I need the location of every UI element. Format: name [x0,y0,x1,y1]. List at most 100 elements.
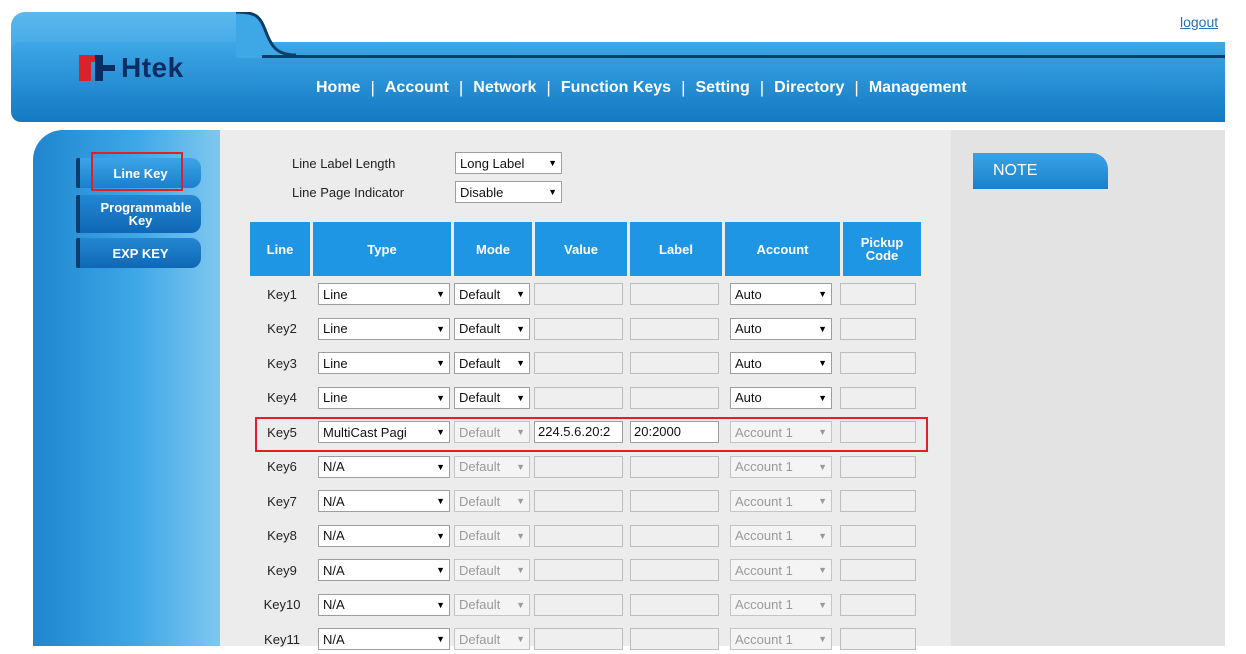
mode-select[interactable]: Default ▼ [454,593,530,616]
chevron-down-icon: ▼ [436,496,445,506]
account-select[interactable]: Account 1 ▼ [730,559,832,581]
line-label-length-select[interactable]: Long Label ▼ [455,152,562,174]
nav-home[interactable]: Home [316,79,370,97]
account-select[interactable]: Auto ▼ [730,352,832,374]
nav-network[interactable]: Network [463,79,546,97]
value-input[interactable] [534,352,623,374]
value-input[interactable] [534,628,623,650]
nav-function-keys[interactable]: Function Keys [551,79,681,97]
chevron-down-icon: ▼ [548,187,557,197]
line-page-indicator-select[interactable]: Disable ▼ [455,181,562,203]
select-value: Line [323,355,348,371]
pickup-code-input[interactable] [840,524,916,547]
column-header-line: Line [250,222,310,276]
mode-select[interactable]: Default ▼ [454,455,530,478]
label-input[interactable] [630,455,719,478]
sidebar-item-exp-key[interactable]: EXP KEY [76,238,201,268]
pickup-code-input[interactable] [840,283,916,305]
value-input[interactable] [534,593,623,616]
mode-select[interactable]: Default ▼ [454,559,530,581]
value-input[interactable] [534,283,623,305]
chevron-down-icon: ▼ [436,392,445,403]
label-input[interactable]: 20:2000 [630,421,719,443]
pickup-code-input[interactable] [840,490,916,512]
account-select[interactable]: Account 1 ▼ [730,455,832,478]
type-select[interactable]: Line ▼ [318,283,450,305]
pickup-code-input[interactable] [840,559,916,581]
mode-select[interactable]: Default ▼ [454,628,530,650]
label-input[interactable] [630,352,719,374]
chevron-down-icon: ▼ [548,158,557,168]
value-input[interactable] [534,317,623,340]
account-select[interactable]: Auto ▼ [730,283,832,305]
value-input[interactable] [534,524,623,547]
label-input[interactable] [630,490,719,512]
line-page-indicator-label: Line Page Indicator [292,184,405,200]
type-select[interactable]: N/A ▼ [318,628,450,650]
select-value: Line [323,321,348,336]
account-select[interactable]: Account 1 ▼ [730,421,832,443]
select-value: Default [459,597,501,612]
table-row: Key1 Line ▼ Default ▼ Auto ▼ [250,279,916,309]
mode-select[interactable]: Default ▼ [454,352,530,374]
pickup-code-input[interactable] [840,386,916,409]
type-select[interactable]: N/A ▼ [318,490,450,512]
mode-select[interactable]: Default ▼ [454,490,530,512]
label-input[interactable] [630,386,719,409]
account-select[interactable]: Account 1 ▼ [730,490,832,512]
account-select[interactable]: Account 1 ▼ [730,524,832,547]
nav-directory[interactable]: Directory [764,79,854,97]
pickup-code-input[interactable] [840,317,916,340]
value-input[interactable]: 224.5.6.20:2 [534,421,623,443]
label-input[interactable] [630,317,719,340]
mode-select[interactable]: Default ▼ [454,386,530,409]
nav-management[interactable]: Management [859,79,977,97]
nav-account[interactable]: Account [375,79,459,97]
label-input[interactable] [630,283,719,305]
chevron-down-icon: ▼ [436,427,445,437]
pickup-code-input[interactable] [840,352,916,374]
mode-select[interactable]: Default ▼ [454,317,530,340]
select-value: Auto [735,321,762,336]
value-input[interactable] [534,455,623,478]
type-select[interactable]: N/A ▼ [318,524,450,547]
label-input[interactable] [630,559,719,581]
line-label-length-row: Line Label Length Long Label ▼ [292,152,562,174]
chevron-down-icon: ▼ [436,565,445,575]
label-input[interactable] [630,628,719,650]
logo-mark-icon [79,55,115,81]
type-select[interactable]: Line ▼ [318,386,450,409]
select-value: Auto [735,286,762,302]
mode-select[interactable]: Default ▼ [454,524,530,547]
logout-link[interactable]: logout [1180,14,1218,30]
note-title: NOTE [993,162,1038,179]
type-select[interactable]: Line ▼ [318,317,450,340]
type-select[interactable]: N/A ▼ [318,455,450,478]
pickup-code-input[interactable] [840,593,916,616]
type-select[interactable]: MultiCast Pagi ▼ [318,421,450,443]
value-input[interactable] [534,490,623,512]
sidebar-item-line-key[interactable]: Line Key [76,158,201,188]
account-select[interactable]: Account 1 ▼ [730,593,832,616]
label-input[interactable] [630,524,719,547]
pickup-code-input[interactable] [840,455,916,478]
account-select[interactable]: Auto ▼ [730,317,832,340]
label-input[interactable] [630,593,719,616]
sidebar-item-programmable-key[interactable]: Programmable Key [76,195,201,233]
value-input[interactable] [534,559,623,581]
chevron-down-icon: ▼ [818,427,827,437]
logo-text: Htek [121,52,184,83]
pickup-code-input[interactable] [840,628,916,650]
mode-select[interactable]: Default ▼ [454,421,530,443]
nav-setting[interactable]: Setting [686,79,760,97]
type-select[interactable]: Line ▼ [318,352,450,374]
chevron-down-icon: ▼ [436,634,445,644]
account-select[interactable]: Account 1 ▼ [730,628,832,650]
account-select[interactable]: Auto ▼ [730,386,832,409]
key-label: Key2 [267,321,297,336]
value-input[interactable] [534,386,623,409]
type-select[interactable]: N/A ▼ [318,559,450,581]
mode-select[interactable]: Default ▼ [454,283,530,305]
pickup-code-input[interactable] [840,421,916,443]
type-select[interactable]: N/A ▼ [318,593,450,616]
